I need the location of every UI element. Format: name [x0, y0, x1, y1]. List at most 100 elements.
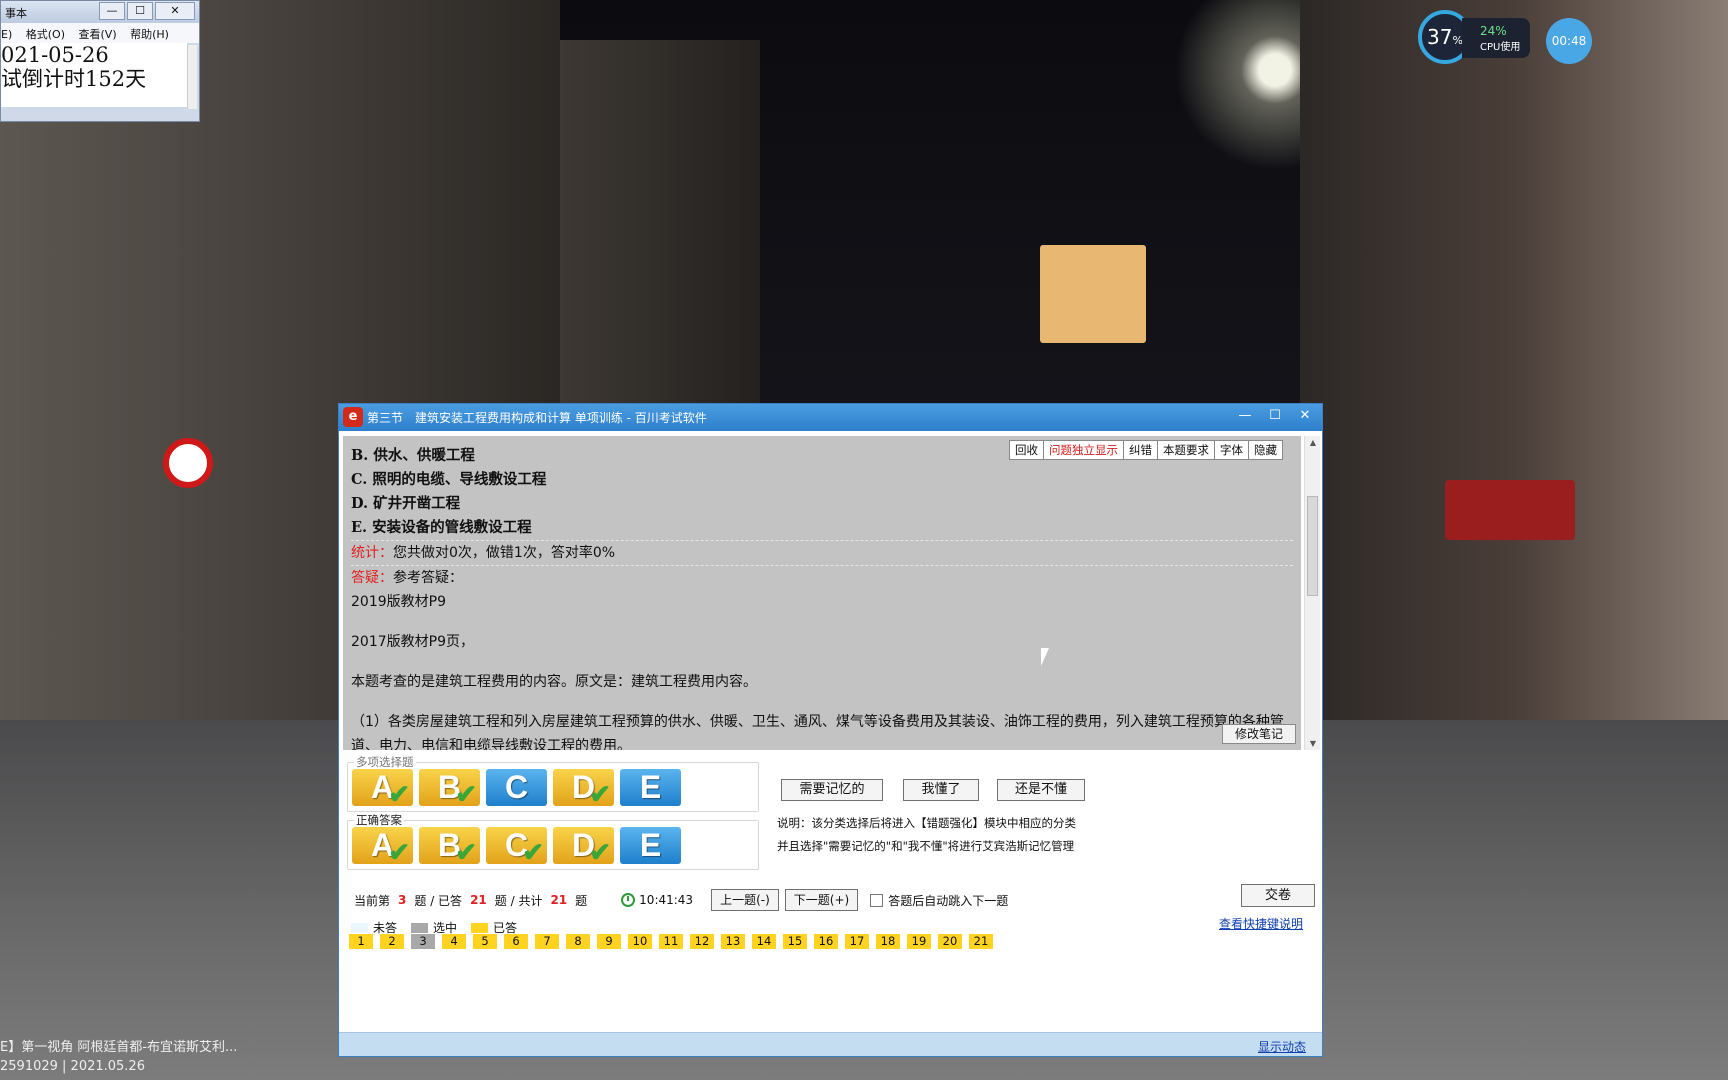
reference-2019: 2019版教材P9 — [351, 594, 446, 610]
question-number-button[interactable]: 10 — [628, 934, 652, 949]
total-count: 21 — [550, 893, 568, 907]
question-number-button[interactable]: 8 — [566, 934, 590, 949]
minimize-icon[interactable]: — — [1234, 406, 1256, 426]
notepad-window[interactable]: 事本 — ☐ ✕ E) 格式(O) 查看(V) 帮助(H) 021-05-26 … — [0, 0, 200, 122]
my-answer-letter-e[interactable]: E — [620, 769, 681, 806]
window-title: 第三节 建筑安装工程费用构成和计算 单项训练 - 百川考试软件 — [367, 411, 707, 425]
close-icon[interactable]: ✕ — [155, 2, 195, 20]
content-scrollbar[interactable]: ▲ ▼ — [1304, 436, 1320, 750]
window-controls: — ☐ ✕ — [1234, 406, 1316, 426]
question-number-button[interactable]: 4 — [442, 934, 466, 949]
question-number-button[interactable]: 19 — [907, 934, 931, 949]
letter-label: C — [504, 769, 529, 805]
total-prefix: 题 / 共计 — [494, 893, 543, 908]
qa-label: 答疑： — [351, 570, 393, 586]
still-confused-button[interactable]: 还是不懂 — [997, 779, 1085, 801]
menu-format[interactable]: 格式(O) — [26, 28, 65, 41]
question-requirements-button[interactable]: 本题要求 — [1158, 441, 1215, 459]
prev-question-button[interactable]: 上一题(-) — [711, 889, 779, 911]
question-number-button[interactable]: 9 — [597, 934, 621, 949]
notepad-scrollbar[interactable] — [187, 45, 197, 109]
scroll-up-icon[interactable]: ▲ — [1305, 438, 1321, 447]
question-number-button[interactable]: 20 — [938, 934, 962, 949]
question-number-button[interactable]: 13 — [721, 934, 745, 949]
my-answer-letter-a[interactable]: A ✔ — [352, 769, 413, 807]
memory-note-2: 并且选择"需要记忆的"和"我不懂"将进行艾宾浩斯记忆管理 — [777, 839, 1075, 853]
answered-prefix: 题 / 已答 — [414, 893, 463, 908]
scrollbar-thumb[interactable] — [1307, 496, 1318, 596]
question-number-button[interactable]: 3 — [411, 934, 435, 949]
question-number-button[interactable]: 7 — [535, 934, 559, 949]
checkmark-icon: ✔ — [589, 779, 611, 809]
explanation-detail: （1）各类房屋建筑工程和列入房屋建筑工程预算的供水、供暖、卫生、通风、煤气等设备… — [351, 714, 1284, 750]
stats-label: 统计： — [351, 545, 393, 561]
menu-view[interactable]: 查看(V) — [79, 28, 117, 41]
question-number-button[interactable]: 18 — [876, 934, 900, 949]
notepad-line: 021-05-26 — [1, 43, 109, 67]
mouse-cursor-icon — [1041, 648, 1049, 666]
question-number-button[interactable]: 5 — [473, 934, 497, 949]
checkmark-icon: ✔ — [455, 779, 477, 809]
need-memorize-button[interactable]: 需要记忆的 — [781, 779, 883, 801]
clock-icon — [621, 893, 636, 907]
background-store-sign — [1445, 480, 1575, 540]
edit-note-button[interactable]: 修改笔记 — [1222, 724, 1296, 744]
minimize-icon[interactable]: — — [99, 2, 125, 20]
shortcut-help-link[interactable]: 查看快捷键说明 — [1219, 915, 1303, 932]
correct-answer-letter-e[interactable]: E — [620, 827, 681, 864]
question-number-button[interactable]: 21 — [969, 934, 993, 949]
notepad-title: 事本 — [5, 7, 27, 20]
answered-swatch — [471, 922, 489, 933]
exam-app-window[interactable]: e 第三节 建筑安装工程费用构成和计算 单项训练 - 百川考试软件 — ☐ ✕ … — [338, 403, 1323, 1057]
my-answer-letter-b[interactable]: B ✔ — [419, 769, 480, 809]
notepad-text-area[interactable]: 021-05-26 试倒计时152天 — [1, 43, 187, 107]
cpu-usage-widget: 24% CPU使用 — [1462, 18, 1530, 58]
correct-answer-letter-c[interactable]: C ✔ — [486, 827, 547, 865]
checkmark-icon: ✔ — [589, 837, 611, 867]
correct-answer-letter-b[interactable]: B ✔ — [419, 827, 480, 865]
menu-help[interactable]: 帮助(H) — [130, 28, 169, 41]
elapsed-time: 10:41:43 — [639, 893, 694, 907]
submit-exam-button[interactable]: 交卷 — [1241, 884, 1315, 907]
report-error-button[interactable]: 纠错 — [1124, 441, 1158, 459]
recycle-button[interactable]: 回收 — [1010, 441, 1044, 459]
question-number-button[interactable]: 11 — [659, 934, 683, 949]
content-toolbar: 回收 问题独立显示 纠错 本题要求 字体 隐藏 — [1009, 440, 1283, 460]
question-number-button[interactable]: 17 — [845, 934, 869, 949]
next-question-button[interactable]: 下一题(+) — [784, 889, 859, 911]
status-bar: 显示动态 — [339, 1032, 1322, 1056]
menu-edit[interactable]: E) — [1, 28, 12, 41]
stats-line: 统计：您共做对0次，做错1次，答对率0% — [351, 541, 1293, 566]
close-icon[interactable]: ✕ — [1294, 406, 1316, 426]
question-content-panel[interactable]: B. 供水、供暖工程 C. 照明的电缆、导线敷设工程 D. 矿井开凿工程 E. … — [343, 436, 1301, 750]
question-number-button[interactable]: 1 — [349, 934, 373, 949]
my-answer-letter-d[interactable]: D ✔ — [553, 769, 614, 809]
cpu-label: CPU使用 — [1480, 42, 1521, 53]
hide-button[interactable]: 隐藏 — [1249, 441, 1282, 459]
question-number-button[interactable]: 6 — [504, 934, 528, 949]
font-button[interactable]: 字体 — [1215, 441, 1249, 459]
correct-answer-letter-a[interactable]: A ✔ — [352, 827, 413, 865]
correct-answer-group: 正确答案 A ✔ B ✔ C ✔ D ✔ E — [347, 812, 759, 870]
question-number-button[interactable]: 15 — [783, 934, 807, 949]
auto-next-label[interactable]: 答题后自动跳入下一题 — [888, 892, 1008, 909]
auto-next-checkbox[interactable] — [870, 893, 884, 907]
question-number-button[interactable]: 16 — [814, 934, 838, 949]
standalone-display-button[interactable]: 问题独立显示 — [1044, 441, 1124, 459]
timer-badge: 00:48 — [1546, 18, 1592, 64]
maximize-icon[interactable]: ☐ — [1264, 406, 1286, 426]
correct-answer-letter-d[interactable]: D ✔ — [553, 827, 614, 867]
my-answer-legend: 多项选择题 — [354, 754, 416, 770]
notepad-titlebar[interactable]: 事本 — ☐ ✕ — [1, 1, 199, 23]
question-number-button[interactable]: 14 — [752, 934, 776, 949]
understood-button[interactable]: 我懂了 — [903, 779, 979, 801]
scroll-down-icon[interactable]: ▼ — [1305, 739, 1321, 748]
question-number-button[interactable]: 12 — [690, 934, 714, 949]
window-titlebar[interactable]: e 第三节 建筑安装工程费用构成和计算 单项训练 - 百川考试软件 — ☐ ✕ — [339, 404, 1322, 431]
background-speed-sign — [163, 438, 213, 488]
letter-label: E — [639, 827, 662, 863]
show-activity-link[interactable]: 显示动态 — [1258, 1038, 1306, 1055]
my-answer-letter-c[interactable]: C — [486, 769, 547, 806]
maximize-icon[interactable]: ☐ — [127, 2, 153, 20]
question-number-button[interactable]: 2 — [380, 934, 404, 949]
